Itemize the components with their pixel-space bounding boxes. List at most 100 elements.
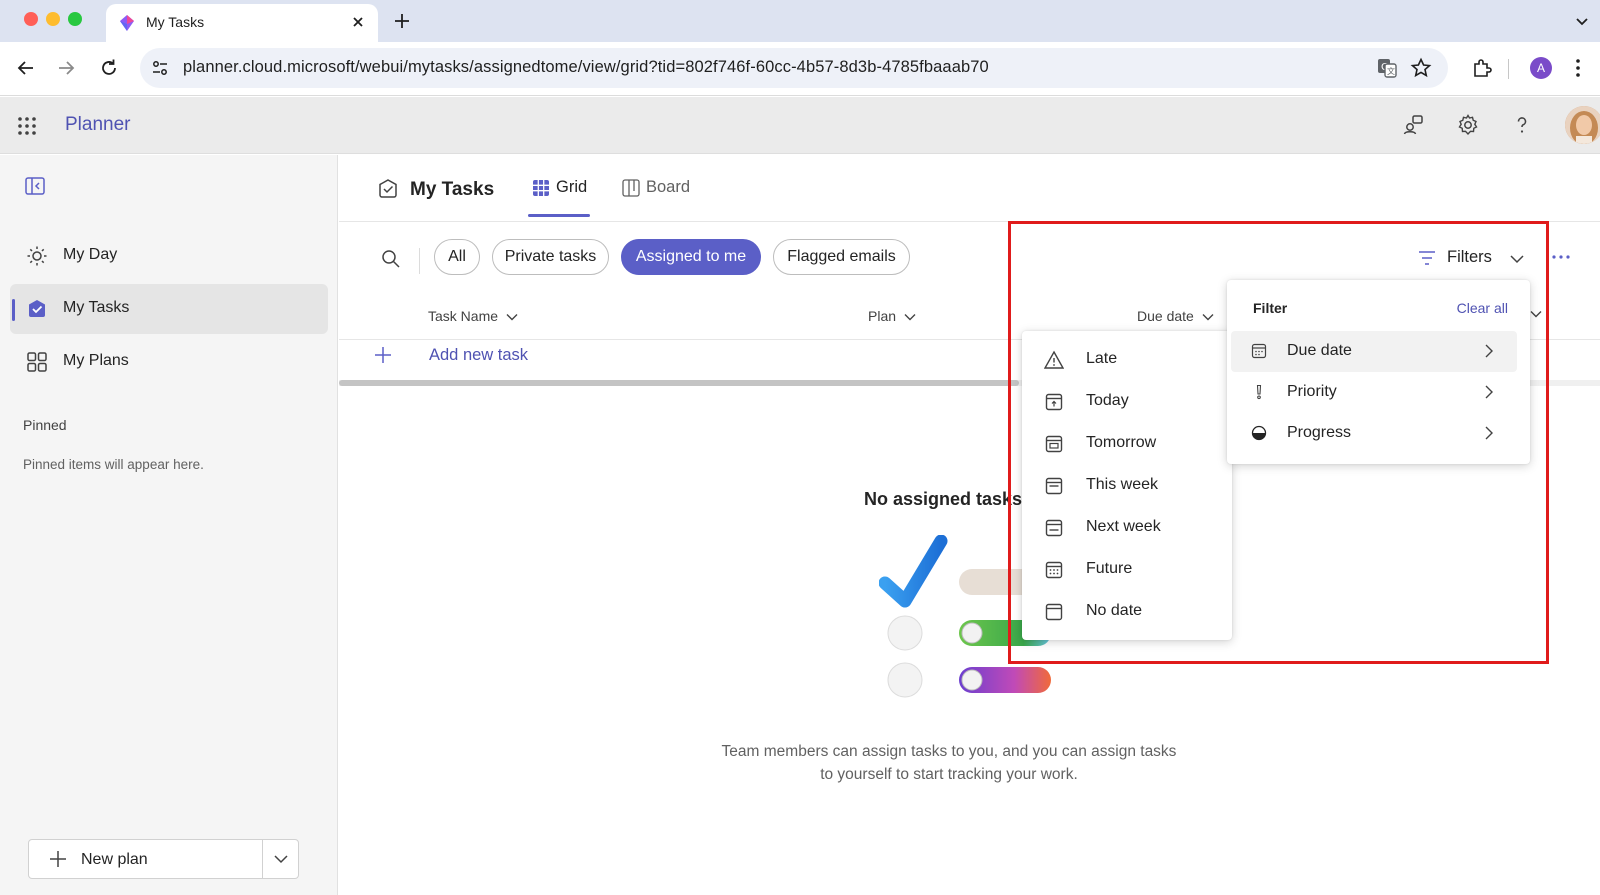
chevron-down-icon[interactable] <box>272 850 290 868</box>
menu-item-label: Late <box>1086 350 1118 367</box>
browser-profile-avatar[interactable]: A <box>1530 57 1552 79</box>
chevron-right-icon <box>1481 425 1497 441</box>
chevron-down-icon <box>505 310 519 324</box>
progress-half-icon <box>1251 425 1267 441</box>
search-divider <box>419 248 420 274</box>
sidebar-item-my-plans[interactable]: My Plans <box>10 337 328 387</box>
new-plan-button[interactable]: New plan <box>28 839 299 879</box>
menu-item-late[interactable]: Late <box>1022 339 1232 380</box>
add-new-task-button[interactable]: Add new task <box>429 346 528 365</box>
tab-label: Grid <box>556 178 588 196</box>
column-header-due-date[interactable]: Due date <box>1137 308 1215 324</box>
filters-button[interactable]: Filters <box>1417 245 1537 275</box>
browser-tab[interactable]: My Tasks <box>106 4 378 42</box>
app-header: Planner <box>0 97 1600 154</box>
pinned-heading: Pinned <box>23 417 67 433</box>
sidebar-item-label: My Day <box>63 246 118 263</box>
planner-favicon-icon <box>117 13 137 33</box>
forward-arrow-icon[interactable] <box>54 56 78 80</box>
app-name[interactable]: Planner <box>65 114 131 136</box>
menu-item-future[interactable]: Future <box>1022 549 1232 590</box>
sun-icon <box>26 245 48 267</box>
sidebar-item-my-day[interactable]: My Day <box>10 231 328 281</box>
plus-icon[interactable] <box>373 345 393 365</box>
collapse-sidebar-icon[interactable] <box>25 177 45 195</box>
calendar-week-icon <box>1044 476 1064 496</box>
column-label: Plan <box>868 308 897 324</box>
browser-menu-kebab-icon[interactable] <box>1566 56 1590 80</box>
address-bar[interactable]: planner.cloud.microsoft/webui/mytasks/as… <box>140 48 1448 88</box>
menu-item-label: No date <box>1086 602 1143 619</box>
pill-all[interactable]: All <box>434 239 480 275</box>
scrollbar-thumb[interactable] <box>339 380 1019 386</box>
menu-item-next-week[interactable]: Next week <box>1022 507 1232 548</box>
search-icon[interactable] <box>381 249 401 269</box>
menu-item-tomorrow[interactable]: Tomorrow <box>1022 423 1232 464</box>
page-title: My Tasks <box>410 179 495 200</box>
menu-item-today[interactable]: Today <box>1022 381 1232 422</box>
column-chevron-down-icon[interactable] <box>1529 307 1543 321</box>
svg-text:文: 文 <box>1387 66 1395 76</box>
main-content: My Tasks Grid Board All Private tasks As… <box>339 155 1600 895</box>
empty-state-description: Team members can assign tasks to you, an… <box>721 743 1177 783</box>
chevron-down-icon <box>1201 310 1215 324</box>
calendar-tomorrow-icon <box>1044 434 1064 454</box>
priority-icon <box>1251 384 1267 400</box>
chevron-down-icon <box>1509 251 1525 267</box>
filter-item-progress[interactable]: Progress <box>1231 413 1517 454</box>
task-check-icon <box>26 298 48 320</box>
pill-assigned-to-me[interactable]: Assigned to me <box>621 239 761 275</box>
extensions-puzzle-icon[interactable] <box>1470 56 1494 80</box>
settings-gear-icon[interactable] <box>1456 113 1480 137</box>
pill-private-tasks[interactable]: Private tasks <box>492 239 609 275</box>
chevron-right-icon <box>1481 384 1497 400</box>
reload-icon[interactable] <box>97 56 121 80</box>
tab-close-icon[interactable] <box>348 12 368 32</box>
site-info-icon[interactable] <box>150 58 170 78</box>
menu-item-label: This week <box>1086 476 1159 493</box>
filter-item-label: Due date <box>1287 342 1352 359</box>
plus-icon <box>49 850 67 868</box>
window-close-button[interactable] <box>24 12 38 26</box>
back-arrow-icon[interactable] <box>14 56 38 80</box>
browser-tab-strip: My Tasks <box>0 0 1600 42</box>
window-zoom-button[interactable] <box>68 12 82 26</box>
clear-all-button[interactable]: Clear all <box>1457 300 1508 316</box>
toolbar-divider <box>1508 59 1509 79</box>
share-people-icon[interactable] <box>1401 113 1425 137</box>
tab-grid[interactable]: Grid <box>528 177 590 217</box>
bookmark-star-icon[interactable] <box>1410 57 1432 79</box>
filter-item-due-date[interactable]: Due date <box>1231 331 1517 372</box>
pinned-empty-message: Pinned items will appear here. <box>23 457 204 472</box>
tab-search-chevron-icon[interactable] <box>1570 9 1594 33</box>
help-question-icon[interactable] <box>1510 113 1534 137</box>
due-date-submenu: Late Today Tomorrow This week Next week … <box>1022 331 1232 640</box>
filter-item-label: Priority <box>1287 383 1337 400</box>
user-avatar[interactable] <box>1565 106 1600 144</box>
grid-icon <box>532 179 550 197</box>
new-tab-plus-icon[interactable] <box>390 9 414 33</box>
my-tasks-icon <box>377 178 399 200</box>
app-launcher-waffle-icon[interactable] <box>17 116 37 136</box>
tab-board[interactable]: Board <box>618 177 698 217</box>
sidebar-item-label: My Plans <box>63 352 129 369</box>
calendar-future-icon <box>1044 560 1064 580</box>
board-icon <box>622 179 640 197</box>
column-header-task-name[interactable]: Task Name <box>428 308 519 324</box>
calendar-today-icon <box>1044 392 1064 412</box>
menu-item-this-week[interactable]: This week <box>1022 465 1232 506</box>
translate-icon[interactable]: G文 <box>1376 57 1398 79</box>
filters-label: Filters <box>1447 248 1492 266</box>
window-minimize-button[interactable] <box>46 12 60 26</box>
menu-item-label: Next week <box>1086 518 1161 535</box>
sidebar-item-my-tasks[interactable]: My Tasks <box>10 284 328 334</box>
menu-item-no-date[interactable]: No date <box>1022 591 1232 632</box>
calendar-next-week-icon <box>1044 518 1064 538</box>
pill-flagged-emails[interactable]: Flagged emails <box>773 239 910 275</box>
tab-label: Board <box>646 178 691 196</box>
more-options-icon[interactable] <box>1551 247 1571 267</box>
left-sidebar: My Day My Tasks My Plans Pinned Pinned i… <box>0 155 338 895</box>
filter-item-priority[interactable]: Priority <box>1231 372 1517 413</box>
column-header-plan[interactable]: Plan <box>868 308 917 324</box>
filter-panel-heading: Filter <box>1253 300 1288 316</box>
